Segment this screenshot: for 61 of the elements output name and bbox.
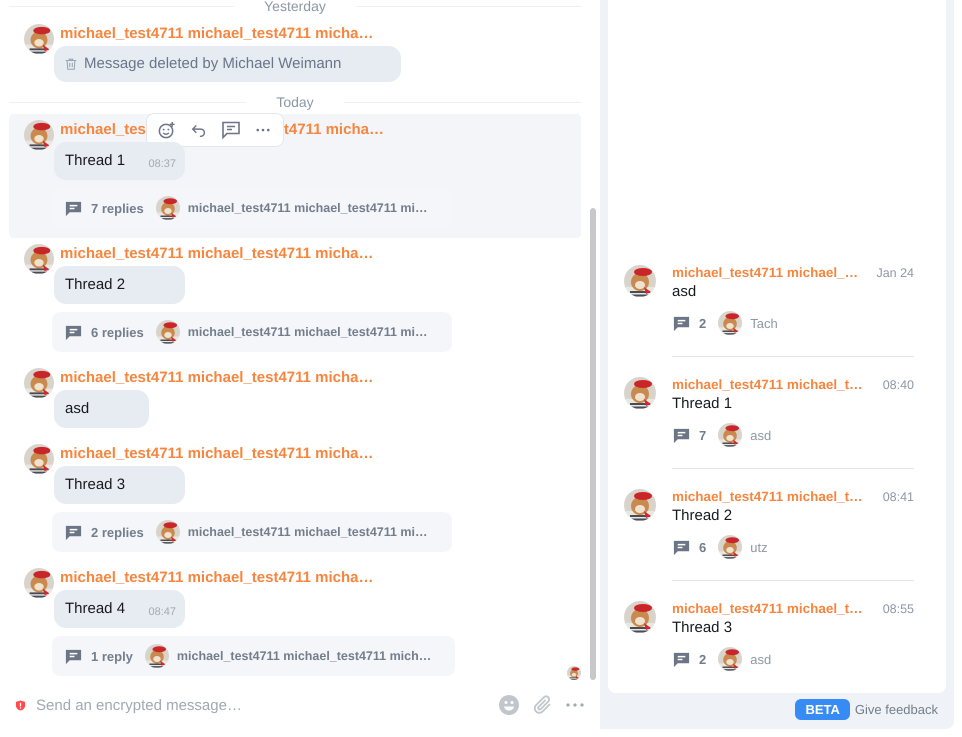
last-reply-text: utz: [750, 540, 768, 554]
reply-count: 2 replies: [91, 524, 144, 540]
thread-root-text[interactable]: asd: [672, 283, 696, 300]
message-time: 08:47: [148, 605, 176, 620]
sender-name[interactable]: michael_test4711 michael_test4711 micha…: [60, 369, 374, 387]
thread-summary[interactable]: 2 replies michael_test4711 michael_test4711 mi…: [52, 512, 452, 552]
thread-root-text[interactable]: Thread 3: [672, 619, 732, 636]
more-icon: [256, 128, 270, 132]
sender-name[interactable]: michael_test4711 michael_test4711 micha…: [60, 569, 374, 587]
message-text: asd: [65, 400, 90, 417]
thread-time: 08:41: [882, 490, 914, 504]
last-reply-author: michael_test4711 michael_test4711 mi…: [188, 325, 428, 339]
sender-name[interactable]: michael_test4711 michael_test4711 micha…: [60, 25, 374, 43]
smiley-icon: [498, 694, 520, 716]
last-reply-text: asd: [750, 652, 772, 666]
thread-root-text[interactable]: Thread 1: [672, 395, 732, 412]
beta-badge: BETA: [795, 699, 850, 720]
date-separator: Today: [246, 94, 344, 110]
message-text: Thread 3: [65, 476, 126, 493]
last-reply-author: michael_test4711 michael_test4711 mich…: [176, 649, 432, 663]
last-reply-author: michael_test4711 michael_test4711 mi…: [188, 525, 428, 539]
sender-name[interactable]: t4711 micha…: [284, 121, 384, 139]
message-input[interactable]: Send an encrypted message…: [34, 696, 488, 714]
more-options-button[interactable]: [564, 703, 586, 707]
sender-name[interactable]: michael_test4711 michael_t…: [672, 489, 863, 504]
emoji-add-icon: [157, 120, 176, 140]
message-text: Thread 1: [65, 152, 126, 169]
thread-time: 08:40: [882, 378, 914, 392]
trash-icon: [64, 56, 78, 72]
last-reply-text: asd: [750, 428, 772, 442]
last-reply-text: Tach: [750, 316, 778, 330]
reply-count: 7: [699, 428, 706, 442]
last-reply-author: michael_test4711 michael_test4711 mi…: [188, 201, 428, 215]
thread-time: Jan 24: [876, 266, 914, 280]
sender-name[interactable]: michael_tes: [60, 121, 146, 139]
reply-count: 2: [699, 652, 706, 666]
reply-count: 2: [699, 316, 706, 330]
thread-time: 08:55: [882, 602, 914, 616]
scrollbar[interactable]: [590, 208, 596, 680]
reply-count: 7 replies: [91, 200, 144, 216]
emoji-button[interactable]: [496, 694, 522, 716]
reply-count: 6: [699, 540, 706, 554]
sender-name[interactable]: michael_test4711 michael_…: [672, 265, 858, 280]
shield-icon: [15, 700, 26, 710]
reply-count: 1 reply: [91, 648, 133, 664]
message-text: Thread 4: [65, 600, 126, 617]
thread-summary[interactable]: 6 replies michael_test4711 michael_test4711 mi…: [52, 312, 452, 352]
sender-name[interactable]: michael_test4711 michael_t…: [672, 377, 863, 392]
deleted-message: Message deleted by Michael Weimann: [54, 46, 402, 82]
date-separator: Yesterday: [234, 0, 356, 14]
message-time: 08:37: [148, 157, 176, 172]
message-text: Thread 2: [65, 276, 126, 293]
sender-name[interactable]: michael_test4711 michael_t…: [672, 601, 863, 616]
thread-summary[interactable]: 1 reply michael_test4711 michael_test4711 mich…: [52, 636, 456, 676]
thread-icon: [220, 120, 241, 140]
thread-root-text[interactable]: Thread 2: [672, 507, 732, 524]
sender-name[interactable]: michael_test4711 michael_test4711 micha…: [60, 245, 374, 263]
feedback-link[interactable]: Give feedback: [854, 702, 938, 717]
reply-count: 6 replies: [91, 324, 144, 340]
sender-name[interactable]: michael_test4711 michael_test4711 micha…: [60, 445, 374, 463]
more-icon: [566, 703, 584, 707]
